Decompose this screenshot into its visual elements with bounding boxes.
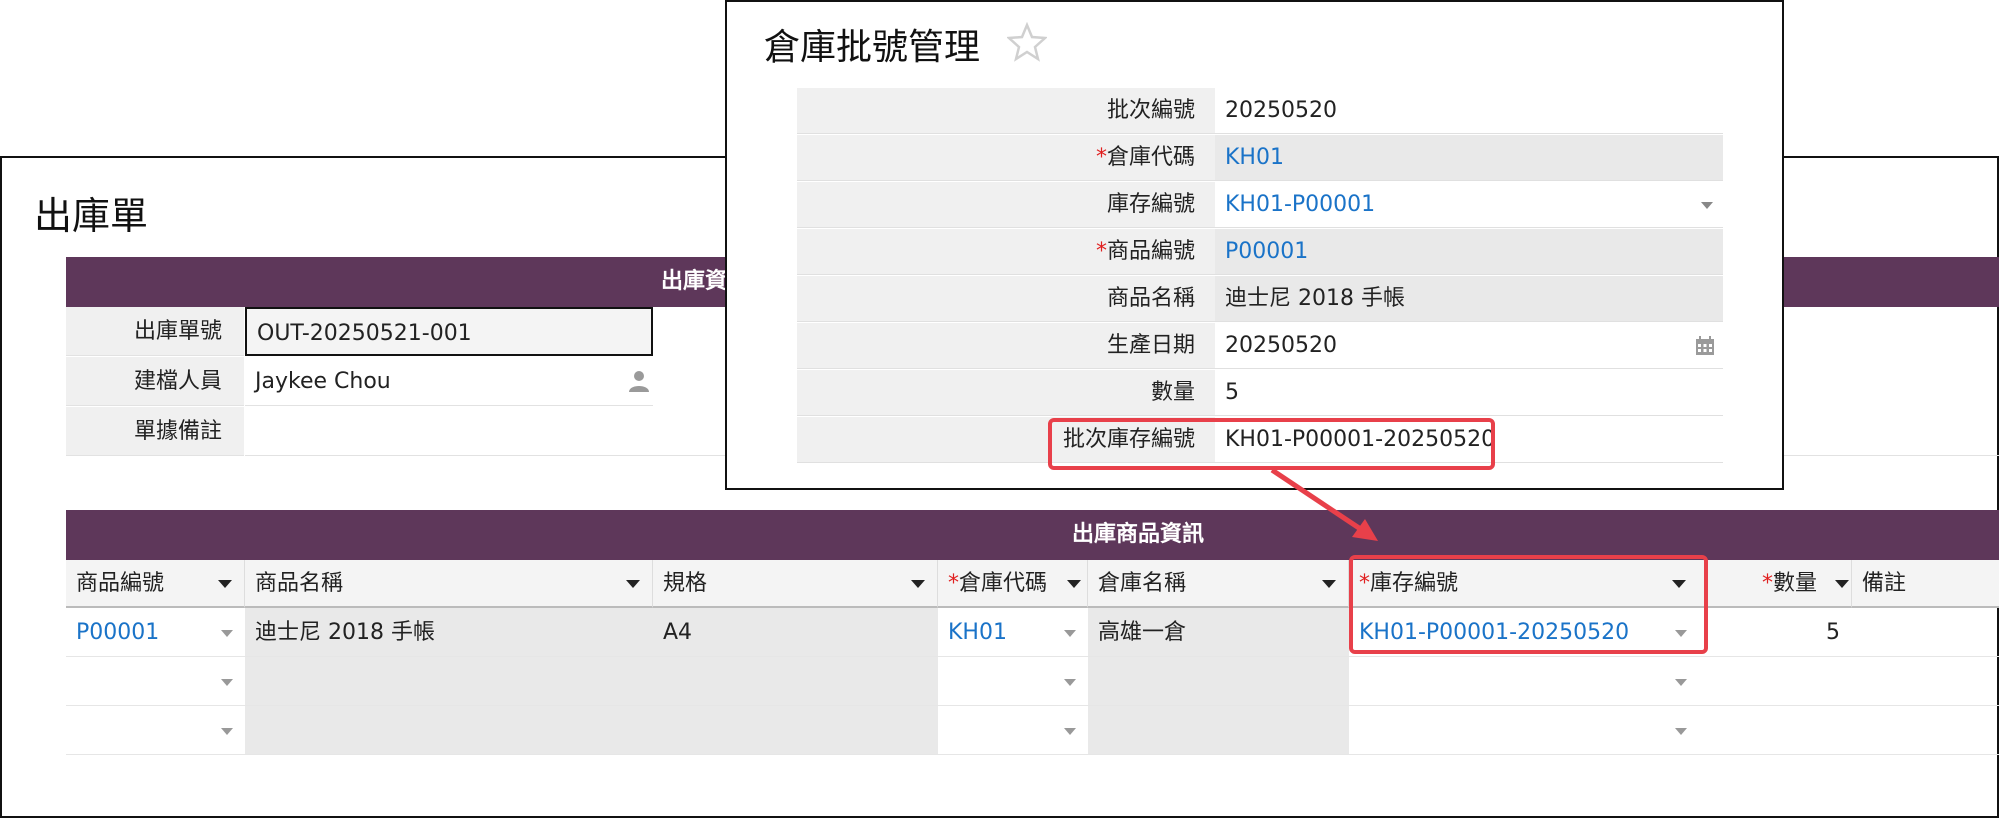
sort-arrow-icon[interactable] bbox=[1067, 580, 1081, 588]
cell-product-id[interactable] bbox=[66, 657, 245, 706]
field-label: 出庫單號 bbox=[66, 307, 244, 356]
highlight-box-stock-id bbox=[1349, 555, 1708, 654]
cell-quantity[interactable] bbox=[1707, 657, 1999, 706]
field-label: 庫存編號 bbox=[797, 182, 1215, 228]
cell-product-name bbox=[245, 706, 938, 755]
field-label: 生產日期 bbox=[797, 323, 1215, 369]
dropdown-arrow-icon[interactable] bbox=[1701, 202, 1713, 209]
field-label: 批次編號 bbox=[797, 88, 1215, 134]
production-date-input[interactable]: 20250520 bbox=[1215, 323, 1723, 369]
column-header-warehouse-code[interactable]: *倉庫代碼 bbox=[938, 560, 1088, 608]
popup-field-product-id: *商品編號 P00001 bbox=[797, 229, 1723, 276]
column-header-spec[interactable]: 規格 bbox=[653, 560, 938, 608]
highlight-box-batch-stock-id bbox=[1048, 418, 1495, 470]
warehouse-code-link[interactable]: KH01 bbox=[1215, 135, 1723, 181]
star-outline-icon[interactable] bbox=[1007, 22, 1047, 62]
quantity-input[interactable]: 5 bbox=[1215, 370, 1723, 416]
column-header-note[interactable]: 備註 bbox=[1852, 560, 1999, 608]
field-label: 數量 bbox=[797, 370, 1215, 416]
dropdown-arrow-icon[interactable] bbox=[221, 630, 233, 637]
popup-field-production-date: 生產日期 20250520 bbox=[797, 323, 1723, 370]
dropdown-arrow-icon[interactable] bbox=[221, 679, 233, 686]
cell-product-name bbox=[245, 657, 938, 706]
sort-arrow-icon[interactable] bbox=[911, 580, 925, 588]
page-title: 出庫單 bbox=[34, 194, 149, 238]
popup-field-batch-number: 批次編號 20250520 bbox=[797, 88, 1723, 135]
field-label: *商品編號 bbox=[797, 229, 1215, 275]
creator-value: Jaykee Chou bbox=[255, 369, 391, 394]
cell-stock-id[interactable] bbox=[1349, 706, 1707, 755]
sort-arrow-icon[interactable] bbox=[626, 580, 640, 588]
column-header-warehouse-name[interactable]: 倉庫名稱 bbox=[1088, 560, 1349, 608]
cell-stock-id[interactable] bbox=[1349, 657, 1707, 706]
section-title: 出庫商品資訊 bbox=[1072, 522, 1205, 547]
sort-arrow-icon[interactable] bbox=[218, 580, 232, 588]
batch-management-popup: 倉庫批號管理 批次編號 20250520 *倉庫代碼 KH01 庫存編號 KH0… bbox=[725, 0, 1784, 490]
column-header-quantity[interactable]: *數量 bbox=[1707, 560, 1852, 608]
popup-field-product-name: 商品名稱 迪士尼 2018 手帳 bbox=[797, 276, 1723, 323]
cell-product-name: 迪士尼 2018 手帳 bbox=[245, 608, 653, 657]
product-id-link[interactable]: P00001 bbox=[1215, 229, 1723, 275]
cell-note[interactable] bbox=[1852, 608, 1999, 657]
field-label: 商品名稱 bbox=[797, 276, 1215, 322]
dropdown-arrow-icon[interactable] bbox=[1064, 630, 1076, 637]
section-header-outbound-items: 出庫商品資訊 bbox=[66, 510, 1999, 560]
stock-id-select[interactable]: KH01-P00001 bbox=[1215, 182, 1723, 228]
outbound-number-input[interactable]: OUT-20250521-001 bbox=[245, 307, 653, 356]
cell-warehouse-name: 高雄一倉 bbox=[1088, 608, 1349, 657]
cell-product-id[interactable]: P00001 bbox=[66, 608, 245, 657]
field-label: 單據備註 bbox=[66, 407, 244, 456]
dropdown-arrow-icon[interactable] bbox=[1675, 728, 1687, 735]
cell-warehouse-code[interactable] bbox=[938, 706, 1088, 755]
cell-warehouse-code[interactable] bbox=[938, 657, 1088, 706]
calendar-icon[interactable] bbox=[1695, 336, 1715, 356]
cell-quantity[interactable] bbox=[1707, 706, 1999, 755]
popup-title: 倉庫批號管理 bbox=[764, 27, 981, 68]
product-name-value: 迪士尼 2018 手帳 bbox=[1215, 276, 1723, 322]
dropdown-arrow-icon[interactable] bbox=[1064, 728, 1076, 735]
dropdown-arrow-icon[interactable] bbox=[221, 728, 233, 735]
popup-field-quantity: 數量 5 bbox=[797, 370, 1723, 417]
cell-warehouse-code[interactable]: KH01 bbox=[938, 608, 1088, 657]
cell-warehouse-name bbox=[1088, 657, 1349, 706]
cell-warehouse-name bbox=[1088, 706, 1349, 755]
creator-field[interactable]: Jaykee Chou bbox=[245, 357, 653, 406]
column-header-product-name[interactable]: 商品名稱 bbox=[245, 560, 653, 608]
person-icon[interactable] bbox=[627, 369, 651, 393]
popup-field-stock-id: 庫存編號 KH01-P00001 bbox=[797, 182, 1723, 229]
dropdown-arrow-icon[interactable] bbox=[1675, 679, 1687, 686]
sort-arrow-icon[interactable] bbox=[1322, 580, 1336, 588]
section-title: 出庫資 bbox=[661, 269, 728, 294]
field-label: *倉庫代碼 bbox=[797, 135, 1215, 181]
sort-arrow-icon[interactable] bbox=[1835, 580, 1849, 588]
column-header-product-id[interactable]: 商品編號 bbox=[66, 560, 245, 608]
batch-number-input[interactable]: 20250520 bbox=[1215, 88, 1723, 134]
cell-product-id[interactable] bbox=[66, 706, 245, 755]
popup-field-warehouse-code: *倉庫代碼 KH01 bbox=[797, 135, 1723, 182]
field-label: 建檔人員 bbox=[66, 357, 244, 406]
dropdown-arrow-icon[interactable] bbox=[1064, 679, 1076, 686]
cell-spec: A4 bbox=[653, 608, 938, 657]
cell-quantity[interactable]: 5 bbox=[1707, 608, 1852, 657]
